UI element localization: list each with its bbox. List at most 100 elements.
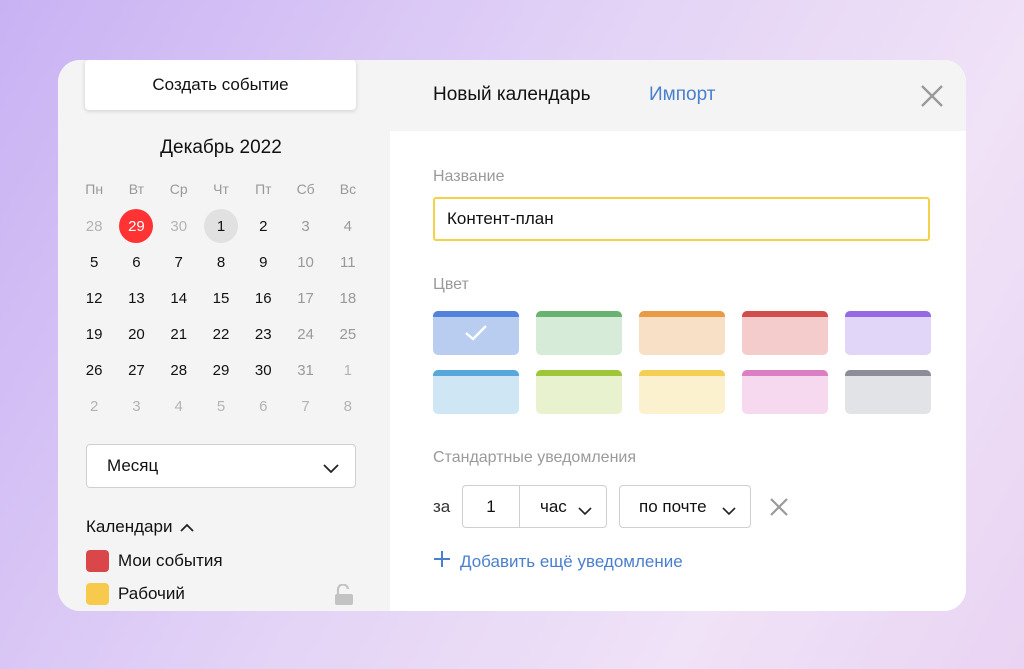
chevron-down-icon	[323, 459, 339, 479]
calendar-day-number: 22	[212, 325, 230, 343]
color-swatch[interactable]	[742, 370, 828, 414]
calendar-day-number: 23	[254, 325, 272, 343]
lock-icon	[334, 583, 354, 611]
calendar-day[interactable]: 26	[73, 352, 115, 388]
calendar-day[interactable]: 17	[284, 280, 326, 316]
month-title: Декабрь 2022	[160, 137, 282, 158]
calendar-day[interactable]: 6	[242, 388, 284, 424]
calendar-day[interactable]: 8	[200, 244, 242, 280]
color-swatch[interactable]	[536, 311, 622, 355]
calendar-day[interactable]: 1	[327, 352, 369, 388]
color-swatch[interactable]	[433, 370, 519, 414]
calendars-section-toggle[interactable]: Календари	[86, 517, 195, 537]
calendar-day[interactable]: 9	[242, 244, 284, 280]
view-mode-select[interactable]: Месяц	[86, 444, 356, 488]
mini-calendar-grid: 28 29 30 1 2 3 4 5 6 7 8 9 10 11 12 13 14 15 16 17 18 19 20 21 2…	[73, 208, 369, 424]
calendar-item-label: Мои события	[118, 551, 223, 570]
calendar-day[interactable]: 8	[327, 388, 369, 424]
calendar-day[interactable]: 10	[284, 244, 326, 280]
calendar-day-number: 4	[174, 397, 183, 415]
notification-row: за 1 час по почте	[433, 485, 789, 528]
calendar-day-number: 7	[174, 253, 183, 271]
calendar-day[interactable]: 31	[284, 352, 326, 388]
calendar-day[interactable]: 30	[158, 208, 200, 244]
calendar-day-number: 4	[343, 217, 352, 235]
color-swatch[interactable]	[742, 311, 828, 355]
notify-amount-input[interactable]: 1	[462, 485, 519, 528]
calendar-day[interactable]: 5	[200, 388, 242, 424]
calendar-day[interactable]: 6	[115, 244, 157, 280]
color-swatch-selected[interactable]	[433, 311, 519, 355]
calendar-day[interactable]: 28	[158, 352, 200, 388]
color-label: Цвет	[433, 276, 469, 293]
calendar-day[interactable]: 3	[115, 388, 157, 424]
color-swatch[interactable]	[536, 370, 622, 414]
calendar-day[interactable]: 11	[327, 244, 369, 280]
calendar-color-swatch	[86, 550, 109, 572]
calendar-day-number: 29	[212, 361, 230, 379]
calendar-day[interactable]: 1	[200, 208, 242, 244]
calendar-day[interactable]: 15	[200, 280, 242, 316]
calendar-day[interactable]: 4	[327, 208, 369, 244]
calendar-day[interactable]: 20	[115, 316, 157, 352]
calendar-day[interactable]: 5	[73, 244, 115, 280]
weekday-header: Пн Вт Ср Чт Пт Сб Вс	[73, 181, 369, 197]
calendar-day-number: 29	[119, 209, 154, 243]
calendar-day[interactable]: 16	[242, 280, 284, 316]
notify-unit-select[interactable]: час	[519, 485, 607, 528]
color-swatch[interactable]	[845, 370, 931, 414]
calendar-day[interactable]: 24	[284, 316, 326, 352]
chevron-down-icon	[578, 501, 592, 521]
calendar-day[interactable]: 22	[200, 316, 242, 352]
calendar-color-swatch	[86, 583, 109, 605]
calendar-item-my-events[interactable]: Мои события	[86, 550, 223, 572]
add-notification-button[interactable]: Добавить ещё уведомление	[433, 550, 683, 573]
calendar-day[interactable]: 12	[73, 280, 115, 316]
calendar-day-number: 5	[216, 397, 226, 415]
calendar-day[interactable]: 7	[284, 388, 326, 424]
remove-notification-icon[interactable]	[769, 497, 789, 517]
calendar-day[interactable]: 18	[327, 280, 369, 316]
close-icon[interactable]	[921, 85, 943, 112]
create-event-button[interactable]: Создать событие	[85, 60, 356, 110]
calendar-day[interactable]: 2	[242, 208, 284, 244]
color-picker	[433, 311, 931, 429]
notify-method-select[interactable]: по почте	[619, 485, 751, 528]
calendar-day[interactable]: 13	[115, 280, 157, 316]
color-swatch-row	[433, 370, 931, 414]
calendar-day[interactable]: 4	[158, 388, 200, 424]
calendar-day[interactable]: 19	[73, 316, 115, 352]
color-swatch-bar	[845, 311, 931, 317]
calendar-day[interactable]: 21	[158, 316, 200, 352]
calendar-day[interactable]: 14	[158, 280, 200, 316]
color-swatch[interactable]	[845, 311, 931, 355]
calendar-day[interactable]: 25	[327, 316, 369, 352]
calendar-day-number: 11	[340, 253, 356, 271]
calendar-day-number: 21	[170, 325, 188, 343]
color-swatch-bar	[845, 370, 931, 376]
color-swatch-bar	[639, 370, 725, 376]
calendar-day[interactable]: 23	[242, 316, 284, 352]
calendar-day[interactable]: 3	[284, 208, 326, 244]
calendar-day[interactable]: 28	[73, 208, 115, 244]
tab-import[interactable]: Импорт	[649, 84, 715, 106]
add-notification-label: Добавить ещё уведомление	[460, 551, 683, 571]
calendar-day-number: 30	[170, 217, 188, 235]
color-swatch-bar	[433, 311, 519, 317]
color-swatch[interactable]	[639, 370, 725, 414]
color-swatch[interactable]	[639, 311, 725, 355]
calendar-name-input[interactable]	[433, 197, 930, 241]
calendar-day[interactable]: 7	[158, 244, 200, 280]
tab-new-calendar[interactable]: Новый календарь	[433, 84, 591, 106]
calendar-day[interactable]: 27	[115, 352, 157, 388]
calendar-day[interactable]: 2	[73, 388, 115, 424]
calendar-day-number: 30	[254, 361, 272, 379]
notify-method-value: по почте	[639, 496, 707, 516]
calendar-day[interactable]: 30	[242, 352, 284, 388]
calendar-item-work[interactable]: Рабочий	[86, 583, 185, 605]
calendar-day[interactable]: 29	[200, 352, 242, 388]
calendar-day-number: 20	[128, 325, 145, 343]
calendar-day-number: 7	[301, 397, 310, 415]
calendar-day[interactable]: 29	[115, 208, 157, 244]
weekday-label: Пт	[255, 181, 272, 197]
